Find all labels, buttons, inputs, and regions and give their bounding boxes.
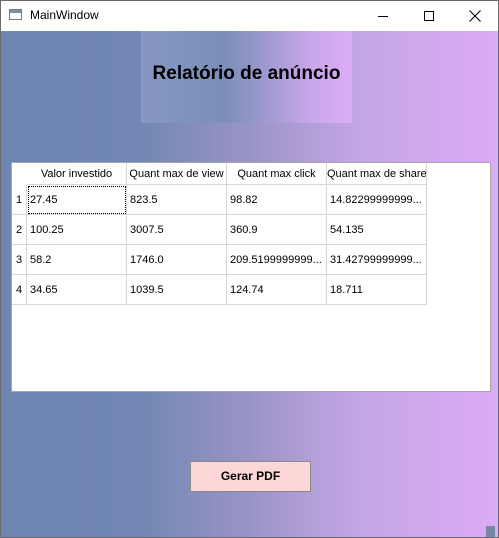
table-cell[interactable]: 31.42799999999... <box>327 245 427 275</box>
row-header[interactable]: 2 <box>12 215 27 245</box>
close-icon <box>469 10 481 22</box>
table-row: 27.45 823.5 98.82 14.82299999999... <box>27 185 427 215</box>
table-cell[interactable]: 1746.0 <box>127 245 227 275</box>
table-row: 100.25 3007.5 360.9 54.135 <box>27 215 427 245</box>
table-cell[interactable]: 98.82 <box>227 185 327 215</box>
row-header[interactable]: 4 <box>12 275 27 305</box>
app-window-icon <box>9 9 22 20</box>
size-grip-handle[interactable] <box>486 526 495 537</box>
page-title: Relatório de anúncio <box>152 63 341 84</box>
table-cell[interactable]: 14.82299999999... <box>327 185 427 215</box>
maximize-button[interactable] <box>406 1 452 31</box>
minimize-button[interactable] <box>360 1 406 31</box>
window-title: MainWindow <box>30 8 99 22</box>
column-header-quant-max-view[interactable]: Quant max de view <box>127 163 227 185</box>
title-bar[interactable]: MainWindow <box>1 1 498 31</box>
table-cell[interactable]: 54.135 <box>327 215 427 245</box>
table-cell[interactable]: 3007.5 <box>127 215 227 245</box>
table-cell[interactable]: 124.74 <box>227 275 327 305</box>
table-row: 34.65 1039.5 124.74 18.711 <box>27 275 427 305</box>
close-button[interactable] <box>452 1 498 31</box>
report-header: Relatório de anúncio <box>141 31 352 123</box>
column-header-valor-investido[interactable]: Valor investido <box>27 163 127 185</box>
row-header-column: 1 2 3 4 <box>12 185 27 305</box>
client-area: Relatório de anúncio Valor investido Qua… <box>1 31 498 537</box>
table-body: 27.45 823.5 98.82 14.82299999999... 100.… <box>27 185 427 305</box>
row-header[interactable]: 3 <box>12 245 27 275</box>
row-header[interactable]: 1 <box>12 185 27 215</box>
table-cell[interactable]: 209.5199999999... <box>227 245 327 275</box>
table-cell[interactable]: 58.2 <box>27 245 127 275</box>
column-header-quant-max-share[interactable]: Quant max de share <box>327 163 427 185</box>
table-cell[interactable]: 34.65 <box>27 275 127 305</box>
table-cell[interactable]: 1039.5 <box>127 275 227 305</box>
generate-pdf-button[interactable]: Gerar PDF <box>190 461 311 492</box>
ad-report-table[interactable]: Valor investido Quant max de view Quant … <box>11 162 491 392</box>
table-cell[interactable]: 18.711 <box>327 275 427 305</box>
table-header-row: Valor investido Quant max de view Quant … <box>27 163 427 185</box>
table-cell[interactable]: 360.9 <box>227 215 327 245</box>
table-cell[interactable]: 27.45 <box>27 185 127 215</box>
table-cell[interactable]: 823.5 <box>127 185 227 215</box>
table-row: 58.2 1746.0 209.5199999999... 31.4279999… <box>27 245 427 275</box>
table-cell[interactable]: 100.25 <box>27 215 127 245</box>
column-header-quant-max-click[interactable]: Quant max click <box>227 163 327 185</box>
main-window: MainWindow Relatório de anúncio Valor in… <box>0 0 499 538</box>
